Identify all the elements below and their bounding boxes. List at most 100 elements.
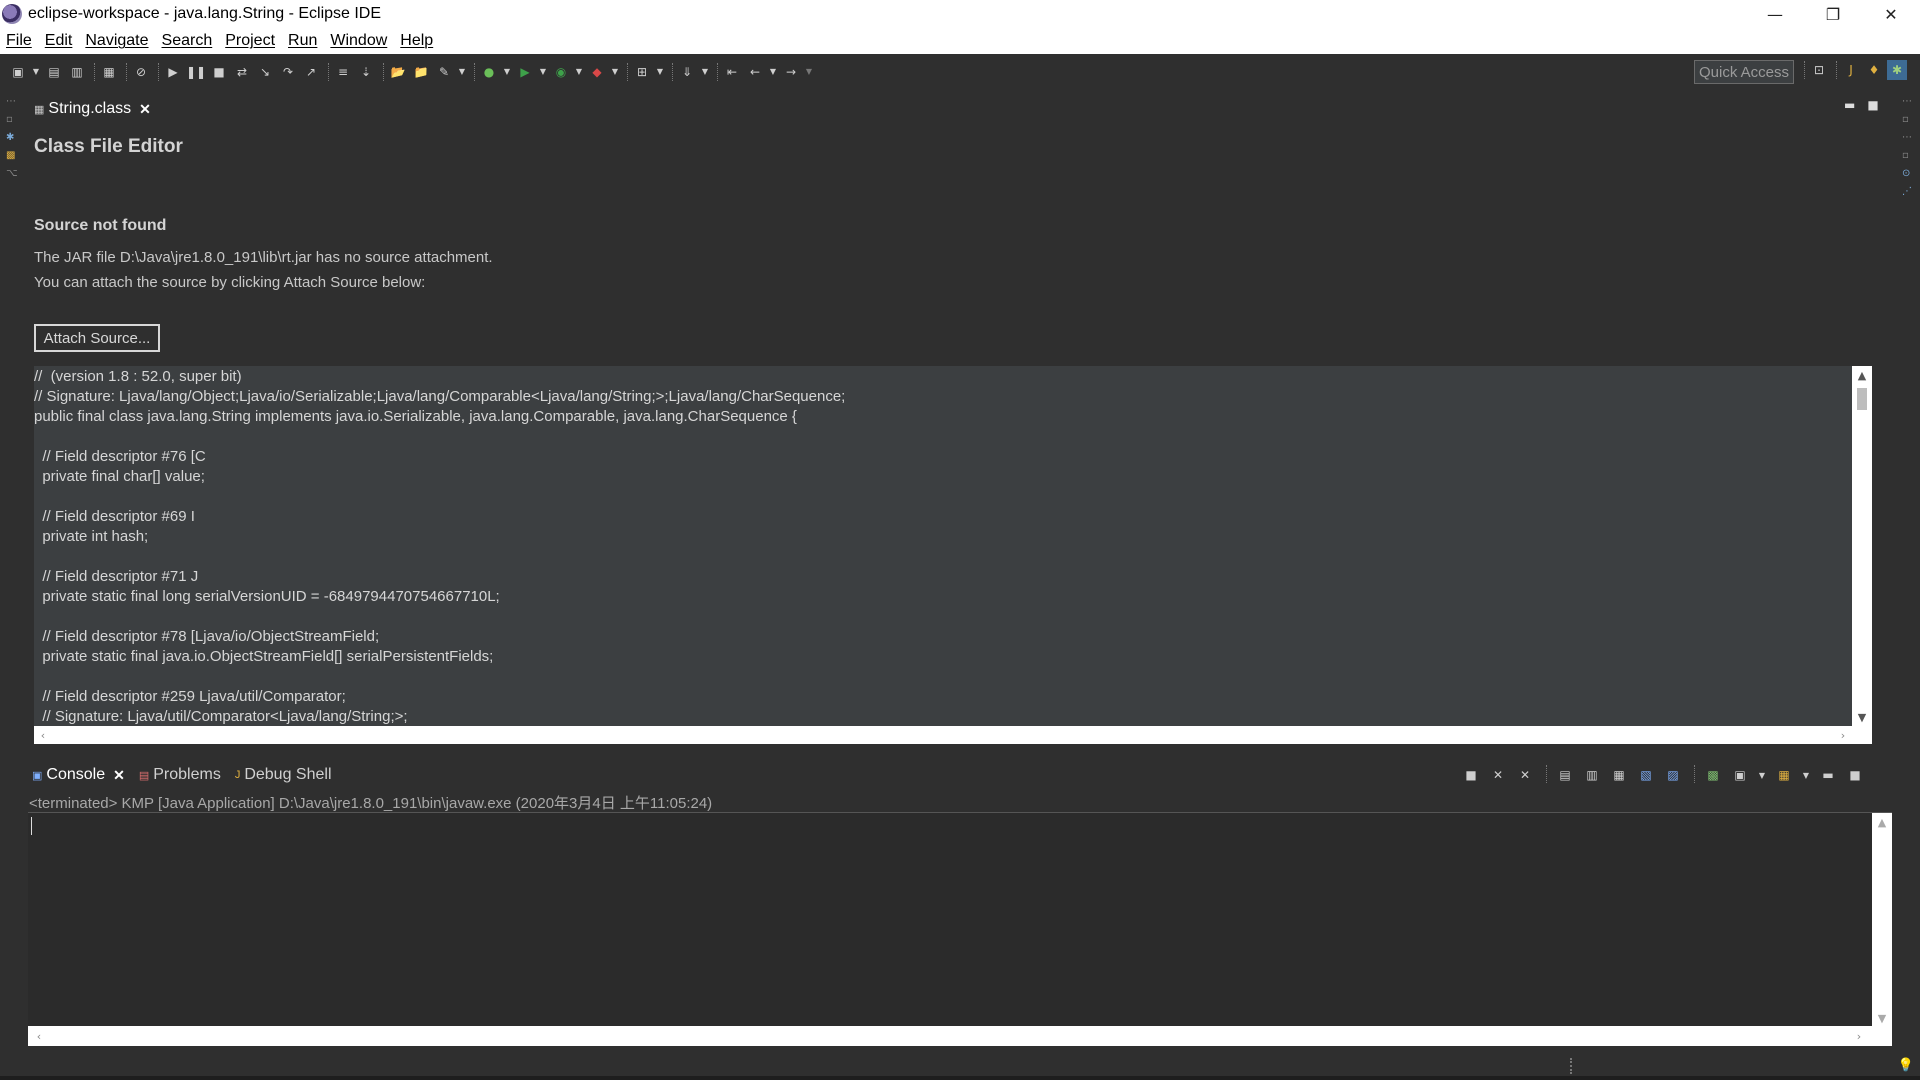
scroll-left-icon[interactable]: ‹ xyxy=(34,726,52,744)
coverage-icon[interactable]: ◉ xyxy=(551,62,571,82)
last-edit-icon[interactable]: ⇤ xyxy=(722,62,742,82)
scroll-lock-icon[interactable]: ▥ xyxy=(1582,765,1602,785)
skip-breakpoints-icon[interactable]: ⊘ xyxy=(131,62,151,82)
minimize-icon[interactable]: ▬ xyxy=(1844,98,1855,112)
resume-icon[interactable]: ▶ xyxy=(163,62,183,82)
task-list-icon[interactable]: ⋰ xyxy=(1902,186,1914,198)
scroll-left-icon[interactable]: ‹ xyxy=(30,1027,48,1045)
tab-debug-shell[interactable]: J Debug Shell xyxy=(231,766,338,784)
step-into-icon[interactable]: ↘ xyxy=(255,62,275,82)
open-perspective-icon[interactable]: ⊡ xyxy=(1809,60,1829,80)
debug-icon[interactable]: ● xyxy=(479,62,499,82)
dropdown-icon[interactable]: ▼ xyxy=(804,62,814,82)
remove-launch-icon[interactable]: ✕ xyxy=(1488,765,1508,785)
minimize-button[interactable]: — xyxy=(1746,0,1804,28)
scroll-right-icon[interactable]: › xyxy=(1834,726,1852,744)
dropdown-icon[interactable]: ▼ xyxy=(655,62,665,82)
java-perspective-icon[interactable]: J xyxy=(1841,60,1861,80)
dropdown-icon[interactable]: ▼ xyxy=(457,62,467,82)
wand-icon[interactable]: ✎ xyxy=(434,62,454,82)
use-step-filters-icon[interactable]: ≡ xyxy=(333,62,353,82)
close-tab-icon[interactable]: ✕ xyxy=(113,767,125,784)
restore-view-icon[interactable]: ⋯ xyxy=(1902,96,1914,108)
menu-edit[interactable]: Edit xyxy=(45,32,73,50)
new-icon[interactable]: ▣ xyxy=(8,62,28,82)
clear-console-icon[interactable]: ▤ xyxy=(1555,765,1575,785)
restore-view-icon[interactable]: ⋯ xyxy=(6,96,18,108)
minimized-view-icon[interactable]: ▫ xyxy=(6,114,18,126)
console-horizontal-scrollbar[interactable]: ‹ › xyxy=(28,1026,1892,1046)
open-type-icon[interactable]: 📁 xyxy=(411,62,431,82)
dropdown-icon[interactable]: ▼ xyxy=(502,62,512,82)
step-return-icon[interactable]: ↗ xyxy=(301,62,321,82)
dropdown-icon[interactable]: ▼ xyxy=(538,62,548,82)
save-icon[interactable]: ▤ xyxy=(44,62,64,82)
external-tools-icon[interactable]: ◆ xyxy=(587,62,607,82)
outline-icon[interactable]: ⊙ xyxy=(1902,168,1914,180)
remove-all-terminated-icon[interactable]: ✕ xyxy=(1515,765,1535,785)
maximize-icon[interactable]: ■ xyxy=(1867,98,1878,112)
maximize-icon[interactable]: ■ xyxy=(1845,765,1865,785)
horizontal-scrollbar[interactable]: ‹ › xyxy=(34,726,1872,744)
tab-problems[interactable]: ▤ Problems xyxy=(135,766,227,784)
close-tab-icon[interactable]: ✕ xyxy=(139,101,151,118)
close-window-button[interactable]: ✕ xyxy=(1862,0,1920,28)
pin-console-icon[interactable]: ▩ xyxy=(1703,765,1723,785)
tip-lightbulb-icon[interactable]: 💡 xyxy=(1898,1058,1914,1073)
vertical-scrollbar[interactable]: ▲ ▼ xyxy=(1852,366,1872,726)
menu-project[interactable]: Project xyxy=(225,32,275,50)
dropdown-icon[interactable]: ▼ xyxy=(574,62,584,82)
debug-perspective-icon[interactable]: ✱ xyxy=(1887,60,1907,80)
menu-navigate[interactable]: Navigate xyxy=(85,32,148,50)
suspend-icon[interactable]: ❚❚ xyxy=(186,62,206,82)
display-console-icon[interactable]: ▣ xyxy=(1730,765,1750,785)
step-over-icon[interactable]: ↷ xyxy=(278,62,298,82)
attach-source-button[interactable]: Attach Source... xyxy=(34,324,160,352)
scroll-down-icon[interactable]: ▼ xyxy=(1872,1009,1892,1027)
show-on-output-icon[interactable]: ▧ xyxy=(1636,765,1656,785)
open-folder-icon[interactable]: 📂 xyxy=(388,62,408,82)
terminate-icon[interactable]: ■ xyxy=(209,62,229,82)
package-explorer-icon[interactable]: ▩ xyxy=(6,150,18,162)
dropdown-icon[interactable]: ▼ xyxy=(610,62,620,82)
tab-string-class[interactable]: ▦ String.class ✕ xyxy=(28,97,159,121)
forward-icon[interactable]: → xyxy=(781,62,801,82)
menu-run[interactable]: Run xyxy=(288,32,317,50)
breakpoints-icon[interactable]: ⋯ xyxy=(1902,132,1914,144)
save-all-icon[interactable]: ▥ xyxy=(67,62,87,82)
dropdown-icon[interactable]: ▼ xyxy=(1801,765,1811,785)
scroll-up-icon[interactable]: ▲ xyxy=(1872,813,1892,831)
menu-file[interactable]: File xyxy=(6,32,32,50)
terminate-icon[interactable]: ■ xyxy=(1461,765,1481,785)
next-annotation-icon[interactable]: ⇓ xyxy=(677,62,697,82)
dropdown-icon[interactable]: ▼ xyxy=(31,62,41,82)
word-wrap-icon[interactable]: ▦ xyxy=(1609,765,1629,785)
console-vertical-scrollbar[interactable]: ▲ ▼ xyxy=(1872,813,1892,1027)
variables-icon[interactable]: ▫ xyxy=(1902,114,1914,126)
menu-window[interactable]: Window xyxy=(330,32,387,50)
annotation-icon[interactable]: ⊞ xyxy=(632,62,652,82)
run-icon[interactable]: ▶ xyxy=(515,62,535,82)
scroll-thumb[interactable] xyxy=(1857,388,1867,410)
open-console-icon[interactable]: ▦ xyxy=(1774,765,1794,785)
debug-view-icon[interactable]: ✱ xyxy=(6,132,18,144)
scroll-up-icon[interactable]: ▲ xyxy=(1852,366,1872,384)
scroll-right-icon[interactable]: › xyxy=(1850,1027,1868,1045)
quick-access-input[interactable]: Quick Access xyxy=(1694,60,1794,84)
dropdown-icon[interactable]: ▼ xyxy=(1757,765,1767,785)
restore-button[interactable]: ❐ xyxy=(1804,0,1862,28)
java-ee-perspective-icon[interactable]: ♦ xyxy=(1864,60,1884,80)
drop-to-frame-icon[interactable]: ⇣ xyxy=(356,62,376,82)
menu-help[interactable]: Help xyxy=(400,32,433,50)
menu-search[interactable]: Search xyxy=(162,32,213,50)
show-on-error-icon[interactable]: ▨ xyxy=(1663,765,1683,785)
disconnect-icon[interactable]: ⇄ xyxy=(232,62,252,82)
dropdown-icon[interactable]: ▼ xyxy=(700,62,710,82)
tab-console[interactable]: ▣ Console ✕ xyxy=(28,766,131,784)
terminal-icon[interactable]: ▦ xyxy=(99,62,119,82)
console-output[interactable]: ▲ ▼ xyxy=(28,812,1892,1027)
hierarchy-icon[interactable]: ⌥ xyxy=(6,168,18,180)
minimize-icon[interactable]: ▬ xyxy=(1818,765,1838,785)
expressions-icon[interactable]: ▫ xyxy=(1902,150,1914,162)
dropdown-icon[interactable]: ▼ xyxy=(768,62,778,82)
